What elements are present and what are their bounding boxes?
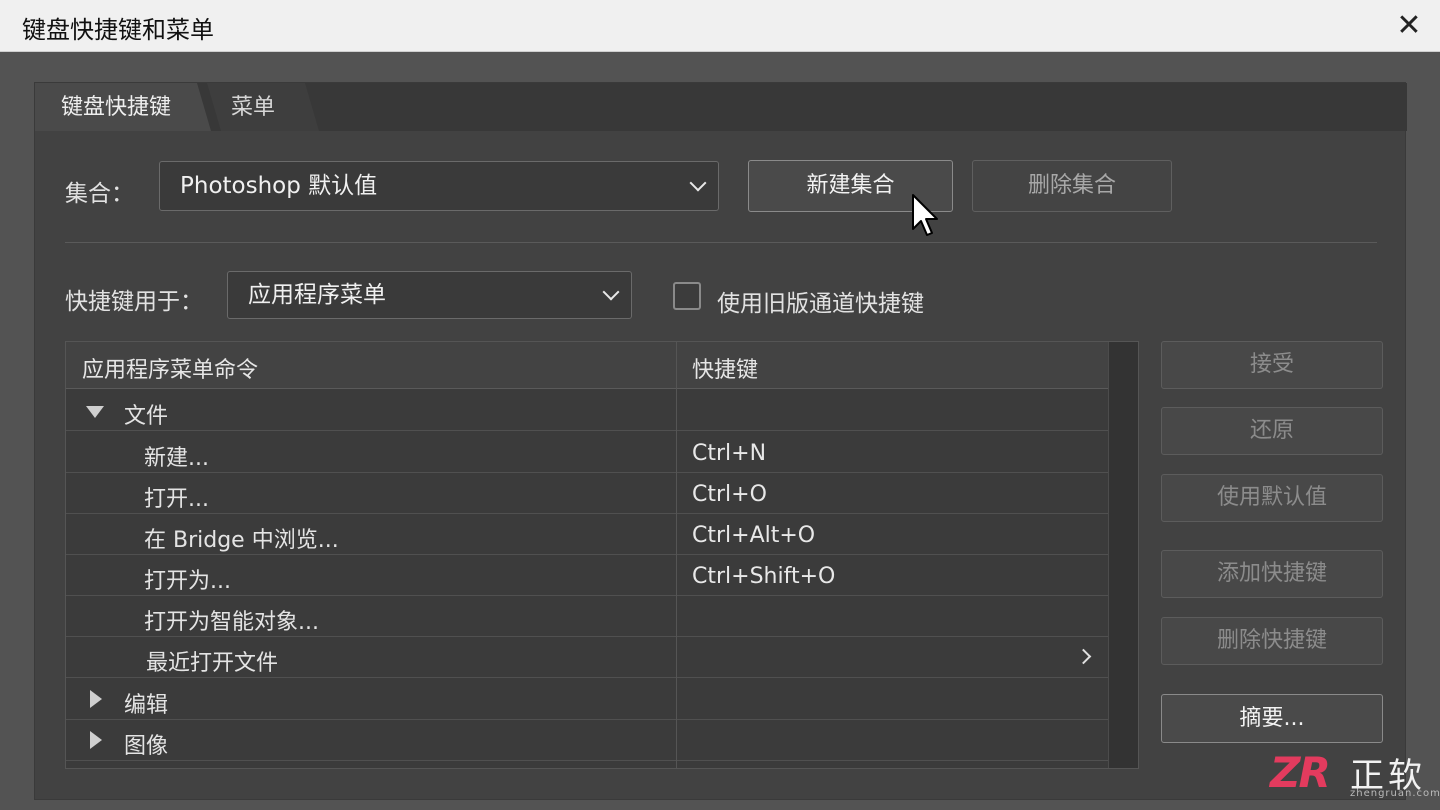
add-shortcut-button[interactable]: 添加快捷键 — [1161, 550, 1383, 598]
shortcuts-table: 应用程序菜单命令 快捷键 文件 新建... Ctrl+N 打开... Ctrl+… — [65, 341, 1139, 769]
tab-keyboard-shortcuts[interactable]: 键盘快捷键 — [35, 83, 211, 131]
chevron-down-icon — [602, 283, 620, 301]
watermark-url: zhengruan.com — [1350, 788, 1440, 799]
set-label: 集合： — [65, 181, 134, 207]
shortcuts-for-value: 应用程序菜单 — [248, 282, 386, 308]
table-row-edit[interactable]: 编辑 — [66, 679, 1108, 720]
row-command: 打开... — [144, 487, 209, 512]
accept-button[interactable]: 接受 — [1161, 341, 1383, 389]
watermark-logo: ZR 正软 zhengruan.com — [1270, 748, 1440, 804]
set-select[interactable]: Photoshop 默认值 — [159, 161, 719, 211]
column-header-shortcut: 快捷键 — [692, 358, 759, 383]
summary-button[interactable]: 摘要... — [1161, 694, 1383, 743]
row-command: 文件 — [124, 404, 169, 429]
dialog-body: 菜单 键盘快捷键 集合： Photoshop 默认值 新建集合 删除集合 快捷键… — [34, 82, 1407, 800]
table-row[interactable]: 打开为智能对象... — [66, 596, 1108, 637]
vertical-scrollbar[interactable] — [1108, 342, 1138, 768]
close-icon[interactable]: ✕ — [1392, 9, 1426, 43]
shortcuts-for-label: 快捷键用于： — [65, 289, 203, 315]
use-default-button[interactable]: 使用默认值 — [1161, 474, 1383, 522]
delete-set-button[interactable]: 删除集合 — [972, 160, 1172, 212]
legacy-channel-checkbox[interactable] — [673, 282, 701, 310]
tab-menus[interactable]: 菜单 — [207, 83, 319, 131]
window-title: 键盘快捷键和菜单 — [22, 16, 214, 44]
chevron-down-icon — [689, 174, 707, 192]
expand-triangle-icon[interactable] — [90, 731, 102, 749]
row-command: 打开为智能对象... — [144, 610, 319, 635]
expand-triangle-icon[interactable] — [86, 406, 104, 418]
chevron-right-icon — [1075, 648, 1092, 665]
table-row[interactable]: 打开... Ctrl+O — [66, 473, 1108, 514]
table-row[interactable]: 打开为... Ctrl+Shift+O — [66, 555, 1108, 596]
row-command: 最近打开文件 — [146, 651, 279, 676]
table-row[interactable]: 最近打开文件 — [66, 637, 1108, 678]
divider — [65, 242, 1377, 243]
column-header-command: 应用程序菜单命令 — [82, 358, 259, 383]
row-command: 在 Bridge 中浏览... — [144, 528, 339, 553]
set-select-value: Photoshop 默认值 — [180, 173, 378, 199]
watermark-zr-logo: ZR — [1270, 748, 1331, 797]
delete-shortcut-button[interactable]: 删除快捷键 — [1161, 617, 1383, 665]
table-row[interactable]: 在 Bridge 中浏览... Ctrl+Alt+O — [66, 514, 1108, 555]
undo-button[interactable]: 还原 — [1161, 407, 1383, 455]
table-header: 应用程序菜单命令 快捷键 — [66, 342, 1108, 389]
row-command: 打开为... — [144, 569, 231, 594]
row-command: 图像 — [124, 734, 169, 759]
row-shortcut: Ctrl+N — [692, 441, 767, 466]
shortcuts-for-select[interactable]: 应用程序菜单 — [227, 271, 632, 319]
mouse-pointer-icon — [912, 194, 938, 236]
legacy-channel-label: 使用旧版通道快捷键 — [717, 291, 924, 317]
row-shortcut: Ctrl+Alt+O — [692, 523, 816, 548]
row-command: 新建... — [144, 446, 209, 471]
expand-triangle-icon[interactable] — [90, 690, 102, 708]
row-shortcut: Ctrl+Shift+O — [692, 564, 836, 589]
row-shortcut: Ctrl+O — [692, 482, 767, 507]
table-row-image[interactable]: 图像 — [66, 720, 1108, 761]
table-row[interactable]: 新建... Ctrl+N — [66, 432, 1108, 473]
title-bar: 键盘快捷键和菜单 ✕ — [0, 0, 1440, 52]
row-command: 编辑 — [124, 693, 169, 718]
column-divider — [676, 342, 677, 768]
table-row-file[interactable]: 文件 — [66, 390, 1108, 431]
tab-strip: 菜单 键盘快捷键 — [35, 83, 1407, 131]
